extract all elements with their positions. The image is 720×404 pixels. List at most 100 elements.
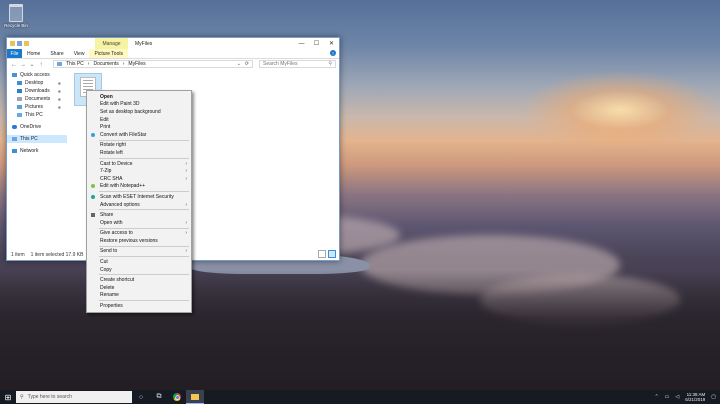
documents-icon [17,97,22,101]
menu-restore-previous-versions[interactable]: Restore previous versions [87,237,191,245]
nav-onedrive[interactable]: OneDrive [7,123,67,131]
menu-cast-to-device[interactable]: Cast to Device › [87,160,191,168]
up-button[interactable]: ↑ [38,62,44,68]
menu-edit[interactable]: Edit [87,116,191,124]
tab-share[interactable]: Share [45,49,68,58]
cortana-icon[interactable]: ○ [132,390,150,404]
breadcrumb-this-pc[interactable]: This PC [66,61,84,67]
pin-icon: ✱ [57,104,61,110]
search-placeholder: Search MyFiles [263,61,298,67]
address-bar[interactable]: This PC › Documents › MyFiles ⌄ ⟳ [53,60,253,68]
menu-separator [99,227,189,229]
menu-set-desktop-background[interactable]: Set as desktop background [87,108,191,116]
back-button[interactable]: ← [11,62,17,68]
menu-edit-notepadpp[interactable]: Edit with Notepad++ [87,183,191,191]
nav-label: Desktop [25,80,44,86]
menu-7zip[interactable]: 7-Zip › [87,167,191,175]
nav-label: Network [20,148,39,154]
close-button[interactable]: ✕ [324,38,339,49]
address-dropdown-icon[interactable]: ⌄ [237,61,241,67]
network-tray-icon[interactable]: ▭ [665,394,670,400]
recycle-bin[interactable]: Recycle Bin [4,4,28,28]
system-tray: ⌃ ▭ ◁ 11:38 AM 6/21/2019 ▢ [654,390,716,404]
item-count: 1 item [11,252,25,258]
menu-rename[interactable]: Rename [87,292,191,300]
forward-button[interactable]: → [20,62,26,68]
pc-icon [57,62,62,66]
details-view-button[interactable] [318,250,326,258]
menu-rotate-left[interactable]: Rotate left [87,149,191,157]
nav-network[interactable]: Network [7,147,67,155]
menu-advanced-options[interactable]: Advanced options › [87,201,191,209]
search-input[interactable]: Search MyFiles ⚲ [259,60,336,68]
nav-documents[interactable]: Documents ✱ [7,95,67,103]
nav-label: OneDrive [20,124,42,130]
task-view-icon[interactable]: ⧉ [150,390,168,404]
nav-this-pc[interactable]: This PC [7,135,67,143]
selection-info: 1 item selected 17.9 KB [30,252,84,258]
large-icons-view-button[interactable] [328,250,336,258]
manage-tab[interactable]: Manage [95,38,128,49]
menu-label: Give access to [100,230,133,237]
menu-separator [99,274,189,276]
nav-downloads[interactable]: Downloads ✱ [7,87,67,95]
menu-rotate-right[interactable]: Rotate right [87,142,191,150]
menu-separator [99,256,189,258]
start-button[interactable]: ⊞ [0,390,16,404]
menu-crc-sha[interactable]: CRC SHA › [87,175,191,183]
breadcrumb-myfiles[interactable]: MyFiles [128,61,145,67]
menu-label: Share [100,212,114,219]
clock-date: 6/21/2019 [685,397,706,402]
menu-cut[interactable]: Cut [87,258,191,266]
maximize-button[interactable]: ☐ [309,38,324,49]
menu-open-with[interactable]: Open with › [87,219,191,227]
menu-edit-paint3d[interactable]: Edit with Paint 3D [87,101,191,109]
tab-home[interactable]: Home [22,49,45,58]
recycle-bin-icon [9,4,23,22]
recent-locations-button[interactable]: ⌄ [29,61,35,68]
menu-send-to[interactable]: Send to › [87,248,191,256]
sun-glow [520,70,720,150]
menu-label: Edit with Notepad++ [100,183,146,190]
taskbar: ⊞ ⚲ Type here to search ○ ⧉ ⌃ ▭ ◁ 11:38 … [0,390,720,404]
cloud-icon [12,125,17,129]
refresh-icon[interactable]: ⟳ [245,61,249,67]
nav-pictures[interactable]: Pictures ✱ [7,103,67,111]
nav-desktop[interactable]: Desktop ✱ [7,79,67,87]
menu-share[interactable]: Share [87,211,191,219]
tab-view[interactable]: View [69,49,90,58]
pin-icon: ✱ [57,88,61,94]
menu-print[interactable]: Print [87,123,191,131]
help-icon[interactable]: ? [330,50,336,56]
properties-icon[interactable] [17,41,22,46]
folder-icon[interactable] [10,41,15,46]
volume-icon[interactable]: ◁ [675,394,679,400]
submenu-arrow-icon: › [185,175,187,182]
nav-this-pc-quick[interactable]: This PC [7,111,67,119]
tab-picture-tools[interactable]: Picture Tools [89,49,128,58]
chrome-icon[interactable] [168,390,186,404]
menu-scan-eset[interactable]: Scan with ESET Internet Security [87,193,191,201]
menu-label: Convert with FileStar [100,131,147,138]
show-hidden-icons-icon[interactable]: ⌃ [654,394,658,400]
menu-give-access[interactable]: Give access to › [87,230,191,238]
action-center-icon[interactable]: ▢ [711,394,716,400]
taskbar-search-input[interactable]: ⚲ Type here to search [16,391,132,403]
nav-label: This PC [20,136,38,142]
new-folder-icon[interactable] [24,41,29,46]
menu-convert-filestar[interactable]: Convert with FileStar [87,131,191,139]
ribbon-tabs: File Home Share View Picture Tools ? [7,49,339,59]
menu-properties[interactable]: Properties [87,302,191,310]
nav-label: Downloads [25,88,50,94]
menu-separator [99,300,189,302]
tab-file[interactable]: File [7,49,22,58]
file-explorer-taskbar-icon[interactable] [186,390,204,404]
nav-quick-access[interactable]: Quick access [7,71,67,79]
menu-open[interactable]: Open [87,93,191,101]
breadcrumb-documents[interactable]: Documents [93,61,118,67]
clock[interactable]: 11:38 AM 6/21/2019 [685,392,705,402]
menu-delete[interactable]: Delete [87,284,191,292]
menu-copy[interactable]: Copy [87,266,191,274]
menu-create-shortcut[interactable]: Create shortcut [87,276,191,284]
minimize-button[interactable]: — [294,38,309,49]
